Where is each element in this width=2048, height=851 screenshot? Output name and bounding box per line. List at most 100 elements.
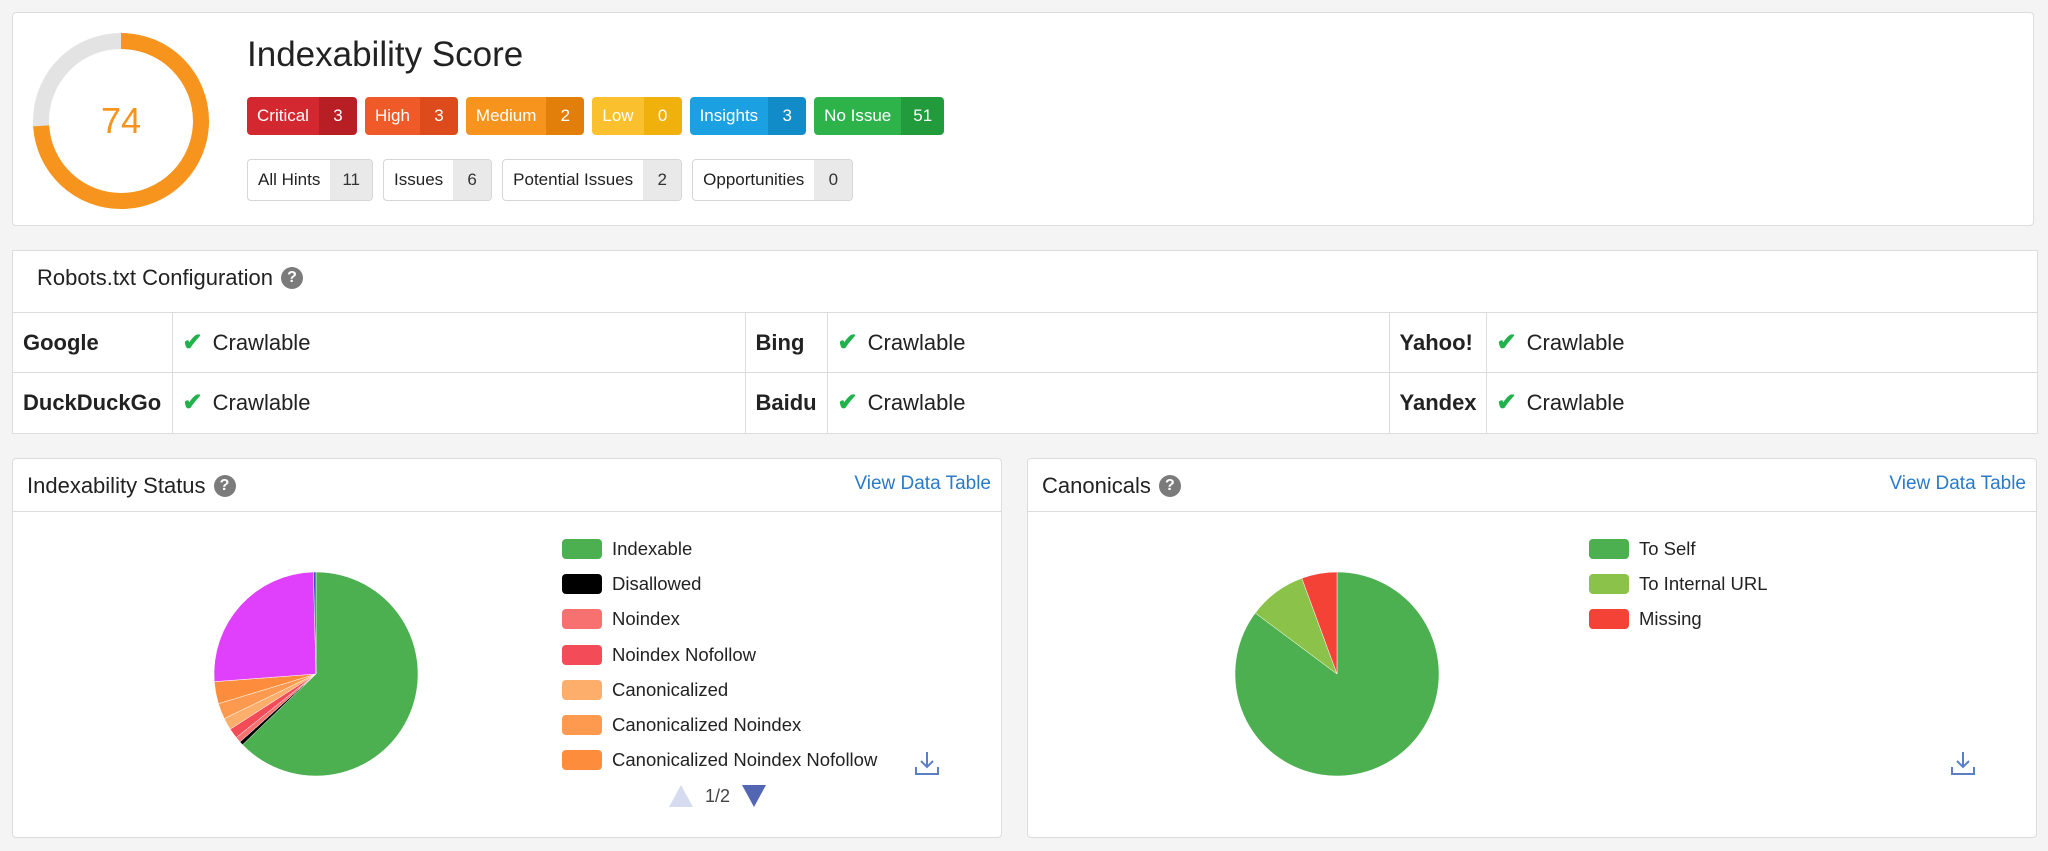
download-icon[interactable] [913,749,941,777]
legend-item[interactable]: Indexable [562,531,877,566]
legend-label: Canonicalized [612,678,729,700]
hint-filter-issues[interactable]: Issues 6 [383,159,493,201]
severity-badges: Critical 3 High 3 Medium 2 Low 0 Insights 3 No Iss… [247,97,945,135]
help-icon[interactable]: ? [1158,475,1181,497]
check-icon: ✔ [1496,329,1517,356]
legend-item[interactable]: Disallowed [562,566,877,601]
indexability-score-panel: 74 Indexability Score Critical 3 High 3 Medi… [12,12,2034,226]
chart-title: Canonicals ? [1042,473,1181,499]
hint-label: All Hints [258,170,321,189]
severity-badge-high[interactable]: High 3 [364,97,458,135]
canonicals-legend: To Self To Internal URL Missing [1589,531,1768,637]
canonicals-panel: Canonicals ? View Data Table To Self To I… [1027,458,2037,838]
badge-label: Insights [689,97,769,135]
hint-label: Opportunities [703,170,805,189]
indexability-status-panel: Indexability Status ? View Data Table In… [12,458,1002,838]
page-title: Indexability Score [247,35,524,74]
legend-label: Canonicalized Noindex [612,714,802,736]
robots-config-panel: Robots.txt Configuration ? Google ✔ Crawla… [12,250,2038,434]
legend-swatch [562,715,602,736]
badge-label: Low [592,97,644,135]
download-icon[interactable] [1949,749,1977,777]
legend-label: Disallowed [612,572,702,594]
search-engine-name: DuckDuckGo [13,372,173,433]
legend-item[interactable]: Canonicalized [562,672,877,707]
legend-label: Indexable [612,537,693,559]
search-engine-name: Baidu [745,372,828,433]
pie-slice-other-magenta-[interactable] [213,571,317,682]
legend-item[interactable]: Noindex Nofollow [562,637,877,672]
badge-count: 3 [419,97,458,135]
severity-badge-no-issue[interactable]: No Issue 51 [814,97,945,135]
severity-badge-medium[interactable]: Medium 2 [465,97,585,135]
legend-label: Missing [1639,608,1702,630]
hint-filter-potential-issues[interactable]: Potential Issues 2 [502,159,683,201]
badge-label: High [364,97,420,135]
legend-item[interactable]: Noindex [562,602,877,637]
legend-label: Noindex [612,608,680,630]
legend-swatch [1589,609,1629,630]
severity-badge-critical[interactable]: Critical 3 [247,97,357,135]
legend-swatch [562,644,602,665]
badge-count: 0 [643,97,682,135]
hint-filter-all-hints[interactable]: All Hints 11 [247,159,374,201]
crawl-status-text: Crawlable [867,390,966,416]
hint-count: 2 [643,160,682,200]
hint-label: Issues [394,170,444,189]
hint-label: Potential Issues [513,170,634,189]
crawl-status-text: Crawlable [1526,390,1625,416]
chart-header: Canonicals ? View Data Table [1028,459,2036,512]
score-value: 74 [100,100,142,141]
help-icon[interactable]: ? [281,267,304,289]
legend-swatch [562,679,602,700]
legend-label: Noindex Nofollow [612,643,756,665]
check-icon: ✔ [837,389,858,417]
legend-item[interactable]: To Self [1589,531,1768,566]
search-engine-name: Yahoo! [1389,312,1487,373]
check-icon: ✔ [182,329,203,356]
legend-swatch [562,750,602,771]
crawl-status: ✔ Crawlable [172,312,746,373]
crawl-status-text: Crawlable [867,330,966,355]
legend-label: To Self [1639,537,1696,559]
crawl-status-text: Crawlable [212,390,311,416]
legend-item[interactable]: Canonicalized Noindex Nofollow [562,743,877,778]
legend-item[interactable]: Missing [1589,602,1768,637]
crawl-status: ✔ Crawlable [172,372,746,433]
hint-filter-opportunities[interactable]: Opportunities 0 [692,159,854,201]
hint-count: 11 [330,160,373,200]
crawl-status: ✔ Crawlable [1486,372,2037,433]
indexability-legend: Indexable Disallowed Noindex Noindex Nofoll… [562,531,877,778]
chart-title-text: Indexability Status [27,473,206,498]
badge-count: 51 [901,97,945,135]
check-icon: ✔ [1496,389,1517,417]
search-engine-name: Bing [745,312,828,373]
badge-count: 3 [768,97,807,135]
view-data-table-link[interactable]: View Data Table [1889,473,2026,495]
badge-label: Medium [465,97,547,135]
search-engine-name: Yandex [1389,372,1487,433]
pager-text: 1/2 [705,785,731,806]
indexability-pie [213,571,419,777]
help-icon[interactable]: ? [213,475,236,497]
view-data-table-link[interactable]: View Data Table [854,473,991,495]
hint-count: 6 [453,160,492,200]
legend-swatch [1589,573,1629,594]
severity-badge-low[interactable]: Low 0 [592,97,682,135]
search-engine-name: Google [13,312,173,373]
pager-up-icon[interactable] [669,785,693,807]
robots-row: Google ✔ Crawlable Bing ✔ Crawlable Yahoo! ✔ Cra… [13,312,2037,373]
robots-row: DuckDuckGo ✔ Crawlable Baidu ✔ Crawlable Yande… [13,372,2037,433]
legend-item[interactable]: To Internal URL [1589,566,1768,601]
pager-down-icon[interactable] [742,785,767,807]
legend-swatch [562,573,602,594]
legend-item[interactable]: Canonicalized Noindex [562,707,877,742]
crawl-status: ✔ Crawlable [827,372,1390,433]
severity-badge-insights[interactable]: Insights 3 [689,97,807,135]
robots-title-text: Robots.txt Configuration [37,265,274,290]
badge-count: 3 [318,97,357,135]
legend-label: Canonicalized Noindex Nofollow [612,749,878,771]
canonicals-pie [1234,571,1440,777]
crawl-status: ✔ Crawlable [827,312,1390,373]
badge-count: 2 [546,97,585,135]
